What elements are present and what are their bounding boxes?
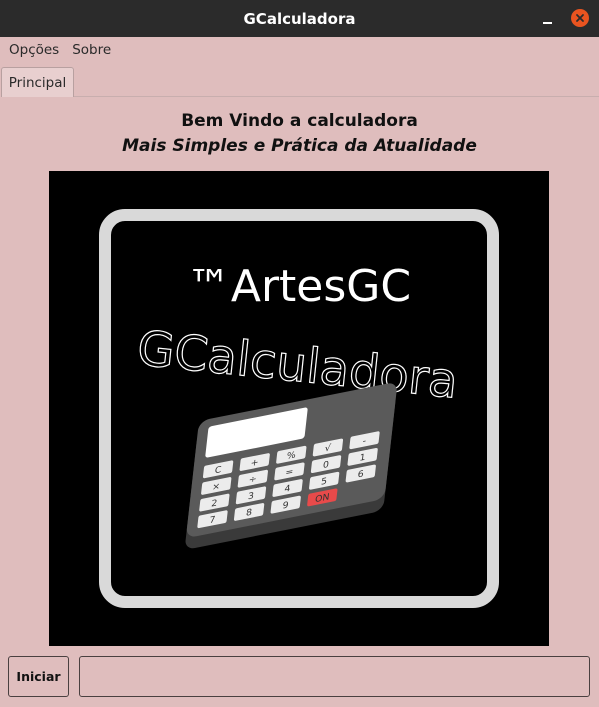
calculator-key-label: %	[286, 450, 296, 462]
logo-image: ™ArtesGC GCalculadora C +% √ - × ÷ = 0 1 2 3 4 5 6 7 8 9…	[49, 171, 549, 646]
logo-brand-text: ™ArtesGC	[187, 261, 411, 312]
calculator-key-label: ×	[212, 481, 221, 493]
menu-opcoes[interactable]: Opções	[0, 42, 66, 58]
menu-bar: Opções Sobre	[0, 37, 599, 62]
start-button[interactable]: Iniciar	[8, 656, 69, 697]
subtitle-heading: Mais Simples e Prática da Atualidade	[122, 136, 477, 156]
output-field[interactable]	[79, 656, 590, 697]
calculator-key-label: =	[285, 466, 294, 478]
tab-divider	[74, 96, 599, 97]
close-button[interactable]	[571, 9, 589, 27]
calculator-icon: C+%√-×÷=0123456789ON	[185, 383, 397, 549]
minimize-button[interactable]	[537, 11, 557, 27]
logo-product-text: GCalculadora	[135, 320, 461, 409]
window-title: GCalculadora	[243, 9, 356, 28]
calculator-key-label: ÷	[248, 474, 257, 486]
calculator-key-label: +	[250, 457, 259, 469]
menu-sobre[interactable]: Sobre	[66, 42, 118, 58]
welcome-heading: Bem Vindo a calculadora	[181, 111, 418, 131]
tab-principal[interactable]: Principal	[1, 67, 74, 97]
calculator-key-label: C	[214, 464, 222, 476]
title-bar: GCalculadora	[0, 0, 599, 37]
close-icon	[576, 14, 584, 22]
minimize-icon	[542, 22, 552, 24]
